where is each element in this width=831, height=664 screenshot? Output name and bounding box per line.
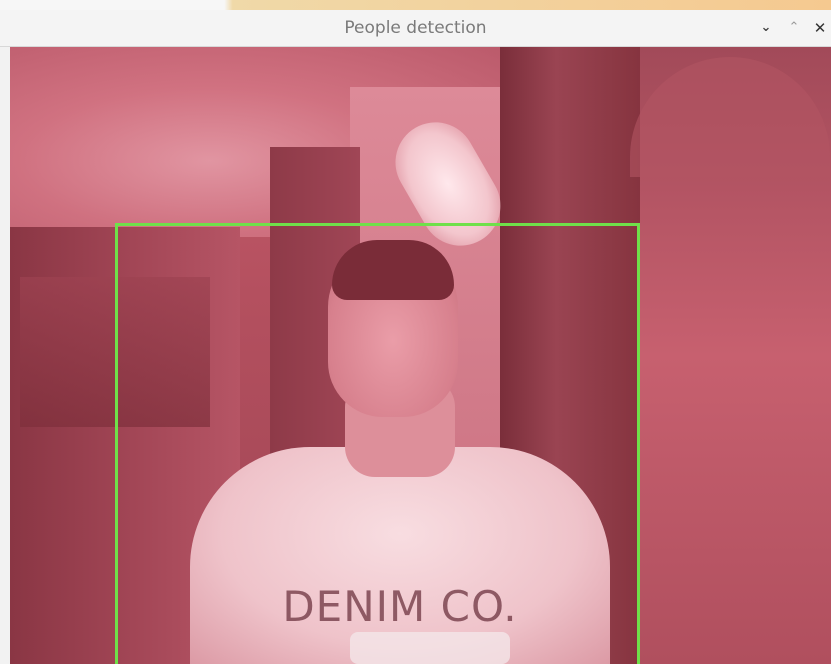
window-title: People detection	[344, 18, 487, 38]
window-top-border	[0, 0, 831, 10]
maximize-icon[interactable]: ⌃	[784, 18, 804, 38]
app-window: People detection ⌄ ⌃ ✕ DENIM CO.	[0, 0, 831, 664]
close-icon[interactable]: ✕	[810, 18, 830, 38]
title-bar[interactable]: People detection ⌄ ⌃ ✕	[0, 10, 831, 47]
video-frame: DENIM CO.	[10, 47, 831, 664]
person-detection-box	[115, 223, 640, 664]
minimize-icon[interactable]: ⌄	[756, 18, 776, 38]
